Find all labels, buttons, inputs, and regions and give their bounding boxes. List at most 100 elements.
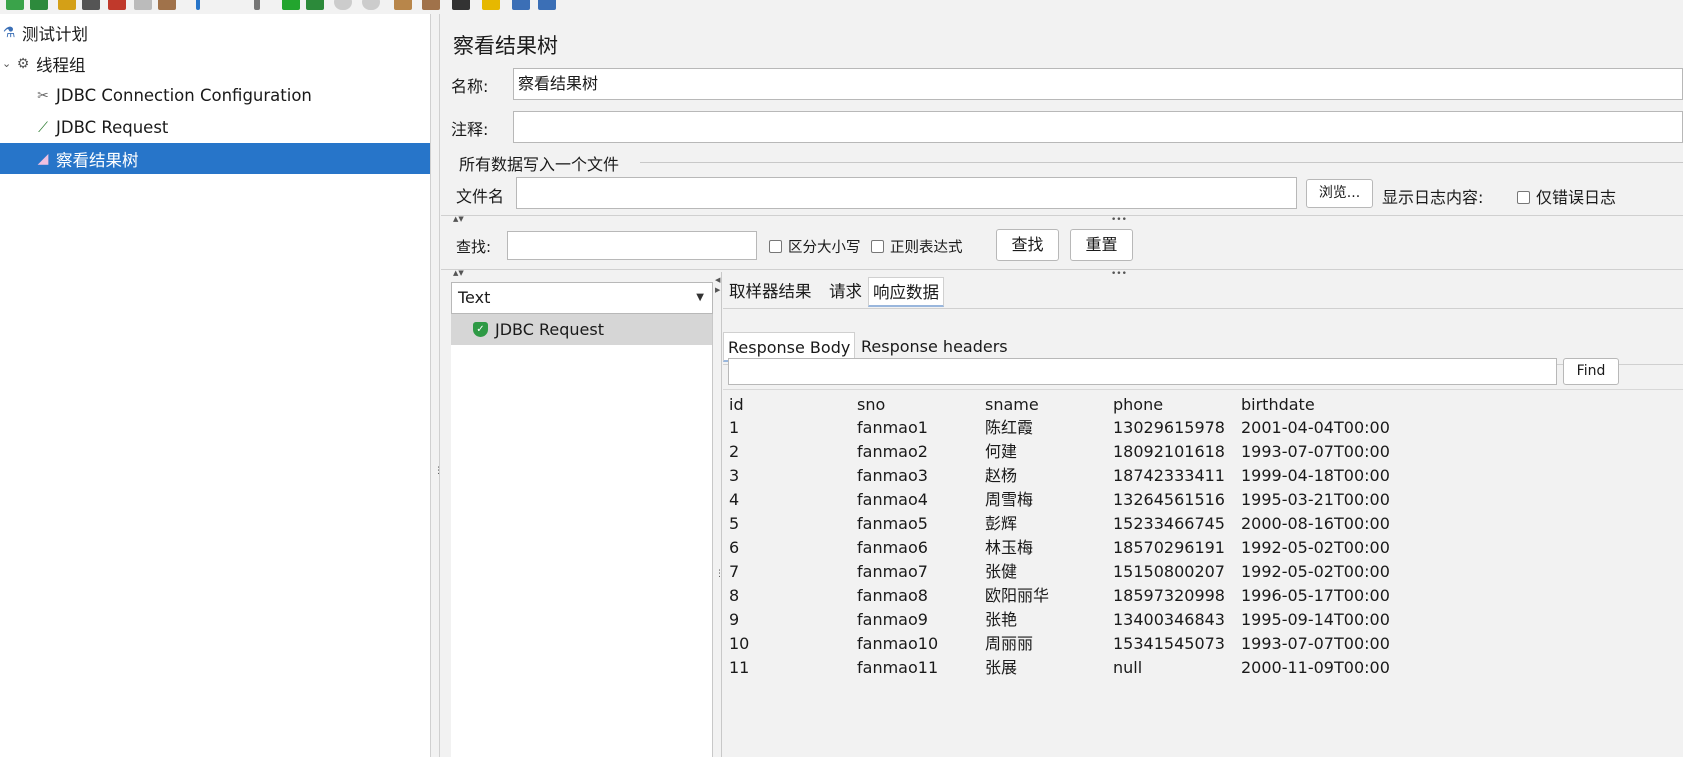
results-list: ✓ JDBC Request — [451, 282, 713, 757]
tab-request[interactable]: 请求 — [825, 277, 866, 307]
search-icon[interactable] — [452, 0, 470, 10]
name-field[interactable]: 察看结果树 — [513, 68, 1683, 100]
expand-icon[interactable] — [196, 0, 200, 10]
cell-sno: fanmao5 — [857, 514, 928, 533]
templates-icon[interactable] — [30, 0, 48, 10]
cell-phone: null — [1113, 658, 1143, 677]
splitter-left-arrow-icon[interactable]: ◀ — [715, 277, 720, 284]
cell-phone: 13264561516 — [1113, 490, 1225, 509]
splitter-right-arrow-icon[interactable]: ▶ — [715, 287, 720, 294]
reset-button[interactable]: 重置 — [1070, 229, 1133, 261]
cell-sname: 陈红霞 — [985, 418, 1034, 437]
regex-checkbox[interactable]: 正则表达式 — [871, 236, 963, 257]
tree-item-label: 测试计划 — [22, 24, 88, 44]
cell-id: 7 — [729, 562, 740, 581]
cell-birthdate: 2001-04-04T00:00 — [1241, 418, 1390, 437]
sample-label: JDBC Request — [495, 320, 604, 339]
thread-group-icon: ⚙ — [16, 55, 30, 72]
file-section-title: 所有数据写入一个文件 — [459, 155, 620, 174]
header-id: id — [729, 395, 744, 414]
tree-item-view-results-tree[interactable]: ◢ 察看结果树 — [0, 143, 430, 174]
cell-sno: fanmao8 — [857, 586, 928, 605]
clear-all-icon[interactable] — [422, 0, 440, 10]
cell-birthdate: 1999-04-18T00:00 — [1241, 466, 1390, 485]
function-helper-icon[interactable] — [512, 0, 530, 10]
open-icon[interactable] — [58, 0, 76, 10]
tree-item-jdbc-request[interactable]: ⟋ JDBC Request — [0, 112, 430, 143]
main-splitter[interactable]: ⋮ — [432, 14, 443, 757]
errors-only-label: 仅错误日志 — [1536, 188, 1617, 207]
detail-splitter[interactable]: ◀ ▶ ⋮ — [714, 272, 724, 757]
find-button[interactable]: 查找 — [996, 229, 1059, 261]
log-content-label: 显示日志内容: — [1382, 188, 1484, 207]
browse-button[interactable]: 浏览... — [1306, 179, 1373, 208]
test-plan-icon: ⚗ — [2, 24, 16, 41]
splitter-grip: ••• — [1111, 269, 1127, 279]
case-sensitive-checkbox[interactable]: 区分大小写 — [769, 236, 861, 257]
toolbar — [0, 0, 1683, 14]
tree-item-label: 察看结果树 — [56, 150, 139, 170]
cell-sno: fanmao10 — [857, 634, 939, 653]
search-input[interactable] — [507, 231, 757, 260]
header-sno: sno — [857, 395, 886, 414]
header-birthdate: birthdate — [1241, 395, 1315, 414]
tree-item-jdbc-config[interactable]: ✂ JDBC Connection Configuration — [0, 80, 430, 111]
shutdown-icon[interactable] — [362, 0, 380, 10]
case-check-box[interactable] — [769, 240, 782, 253]
dropdown-arrow-icon: ▼ — [696, 292, 704, 303]
cell-birthdate: 1993-07-07T00:00 — [1241, 634, 1390, 653]
save-icon[interactable] — [82, 0, 100, 10]
cell-id: 6 — [729, 538, 740, 557]
copy-icon[interactable] — [134, 0, 152, 10]
results-splitter[interactable]: ▲▼ ••• — [441, 269, 1683, 279]
chevron-down-icon[interactable]: ⌄ — [2, 57, 11, 70]
cell-phone: 13029615978 — [1113, 418, 1225, 437]
cell-sno: fanmao11 — [857, 658, 939, 677]
cell-phone: 18742333411 — [1113, 466, 1225, 485]
toggle-icon[interactable] — [254, 0, 260, 10]
new-icon[interactable] — [6, 0, 24, 10]
cell-phone: 15233466745 — [1113, 514, 1225, 533]
cell-birthdate: 1995-09-14T00:00 — [1241, 610, 1390, 629]
cell-birthdate: 1996-05-17T00:00 — [1241, 586, 1390, 605]
reset-search-icon[interactable] — [482, 0, 500, 10]
help-icon[interactable] — [538, 0, 556, 10]
page-title: 察看结果树 — [453, 34, 558, 58]
errors-only-check-box[interactable] — [1517, 191, 1530, 204]
sample-item[interactable]: ✓ JDBC Request — [451, 314, 712, 345]
cell-sname: 周丽丽 — [985, 634, 1034, 653]
comment-field[interactable] — [513, 111, 1683, 143]
cell-sname: 张展 — [985, 658, 1018, 677]
collapse-arrows-icon[interactable]: ▲▼ — [453, 270, 464, 277]
cell-birthdate: 1993-07-07T00:00 — [1241, 442, 1390, 461]
errors-only-checkbox[interactable]: 仅错误日志 — [1517, 184, 1616, 208]
tree-item-label: JDBC Connection Configuration — [56, 86, 312, 105]
tree-item-thread-group[interactable]: ⌄ ⚙ 线程组 — [0, 48, 430, 79]
comment-label: 注释: — [451, 120, 489, 139]
cell-sno: fanmao4 — [857, 490, 928, 509]
cell-birthdate: 2000-08-16T00:00 — [1241, 514, 1390, 533]
start-icon[interactable] — [282, 0, 300, 10]
search-splitter[interactable]: ▲▼ ••• — [441, 215, 1683, 225]
cell-sname: 周雪梅 — [985, 490, 1034, 509]
cell-sname: 彭辉 — [985, 514, 1018, 533]
case-label: 区分大小写 — [788, 240, 861, 256]
cell-id: 11 — [729, 658, 750, 677]
regex-check-box[interactable] — [871, 240, 884, 253]
cut-icon[interactable] — [108, 0, 126, 10]
listener-chart-icon: ◢ — [37, 150, 49, 167]
renderer-select[interactable]: Text ▼ — [451, 282, 713, 314]
cell-phone: 18570296191 — [1113, 538, 1225, 557]
cell-birthdate: 1992-05-02T00:00 — [1241, 538, 1390, 557]
collapse-arrows-icon[interactable]: ▲▼ — [453, 216, 464, 223]
regex-label: 正则表达式 — [890, 240, 963, 256]
tab-response-data[interactable]: 响应数据 — [868, 277, 944, 307]
tab-sampler-result[interactable]: 取样器结果 — [725, 277, 816, 307]
paste-icon[interactable] — [158, 0, 176, 10]
filename-field[interactable] — [516, 177, 1297, 209]
tree-item-test-plan[interactable]: ⚗ 测试计划 — [0, 17, 430, 48]
cell-sname: 张艳 — [985, 610, 1018, 629]
start-no-pause-icon[interactable] — [306, 0, 324, 10]
stop-icon[interactable] — [334, 0, 352, 10]
clear-icon[interactable] — [394, 0, 412, 10]
